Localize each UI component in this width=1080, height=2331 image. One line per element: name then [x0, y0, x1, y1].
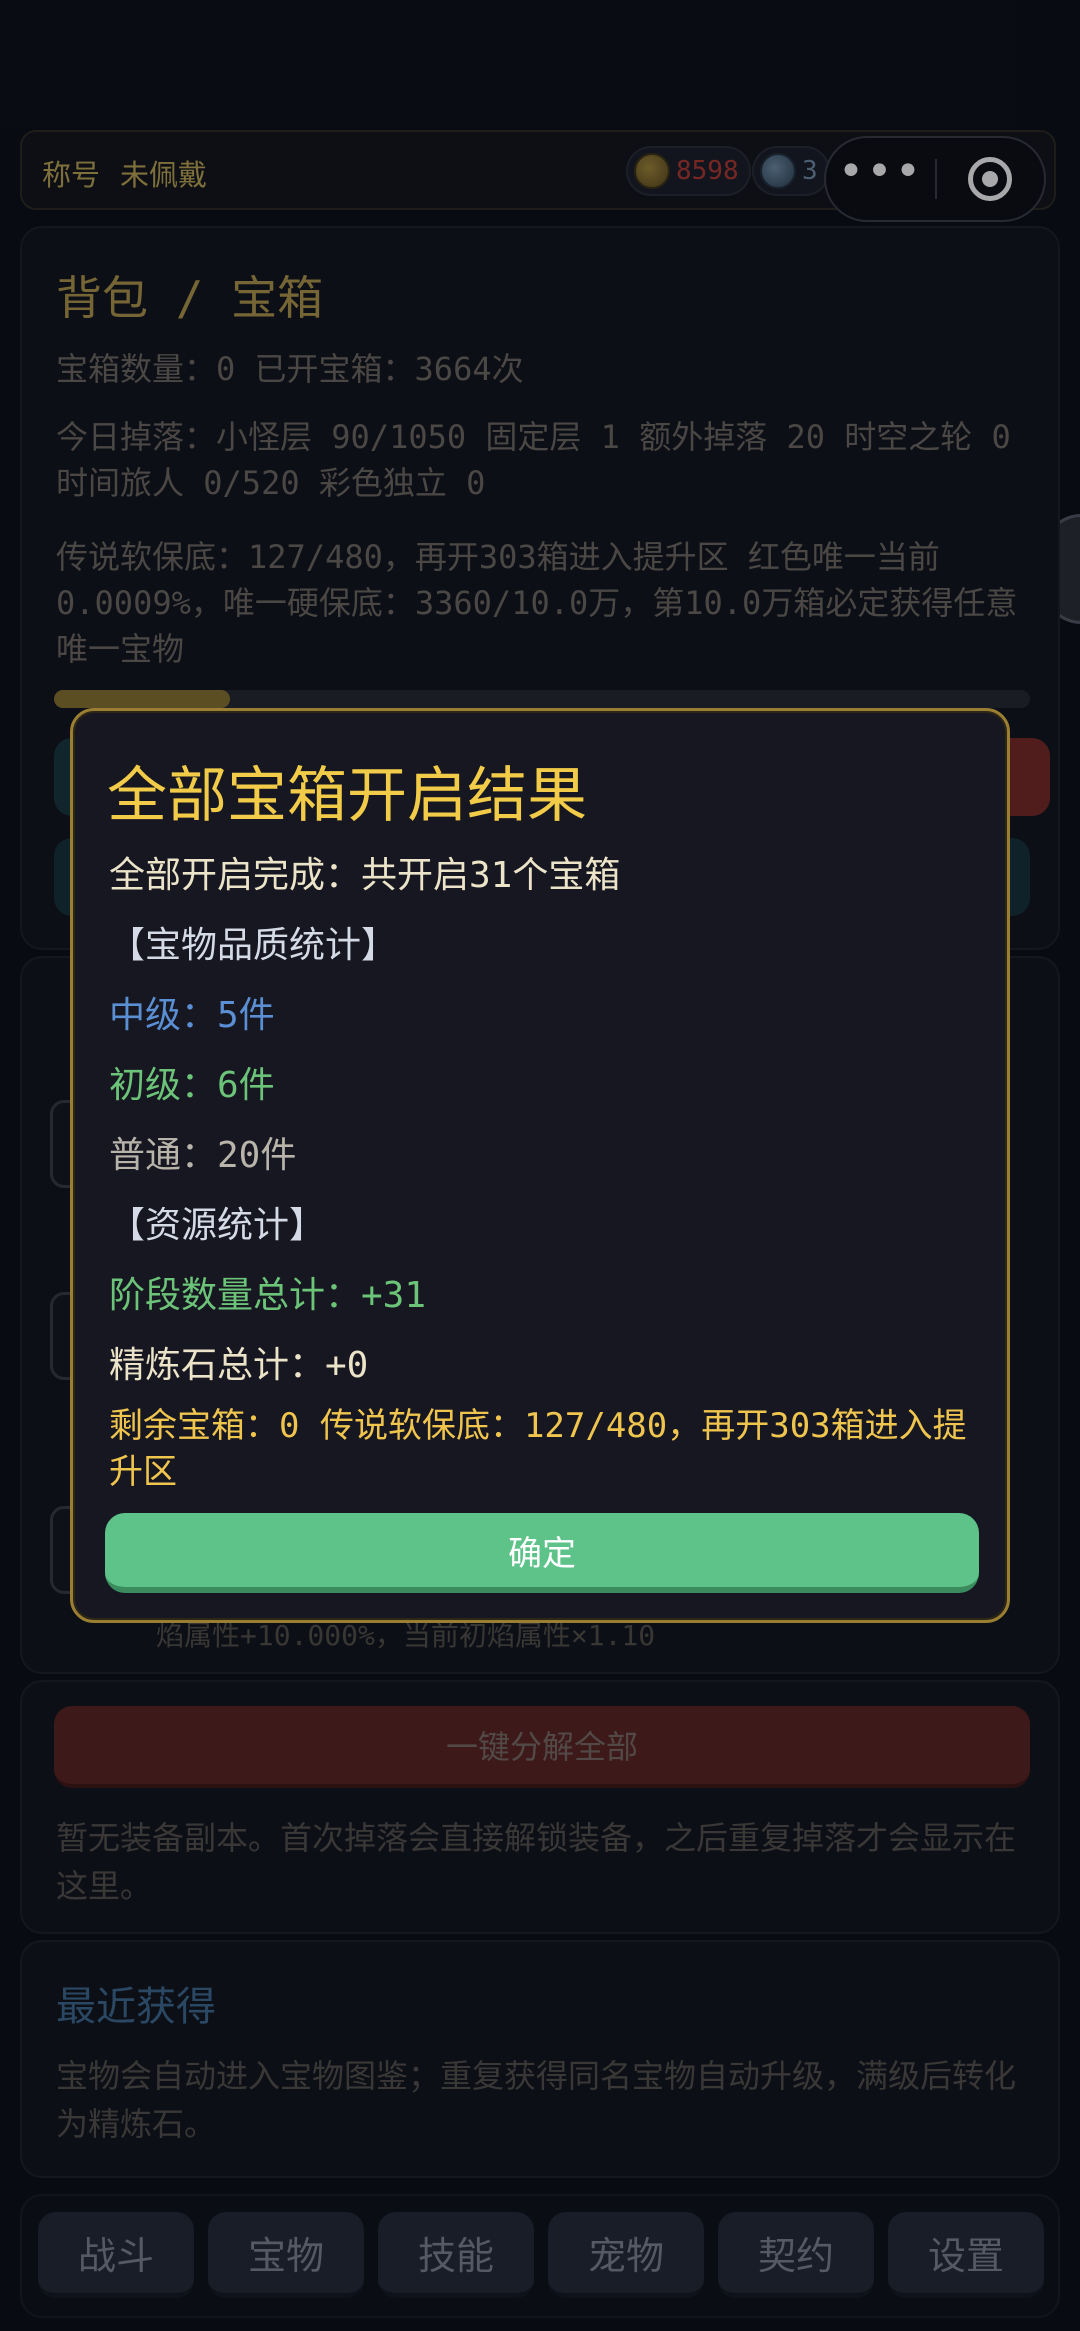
mid-grade-count: 中级：5件	[109, 995, 275, 1036]
resource-header: 【资源统计】	[109, 1205, 326, 1246]
modal-footer: 剩余宝箱：0 传说软保底：127/480，再开303箱进入提升区	[109, 1406, 967, 1492]
quality-header: 【宝物品质统计】	[109, 925, 398, 966]
stage-total: 阶段数量总计：+31	[109, 1275, 427, 1316]
refine-stone-total: 精炼石总计：+0	[109, 1345, 369, 1386]
confirm-button[interactable]: 确定	[105, 1513, 979, 1593]
beginner-grade-count: 初级：6件	[109, 1065, 275, 1106]
normal-grade-count: 普通：20件	[109, 1135, 297, 1176]
modal-title: 全部宝箱开启结果	[107, 761, 587, 831]
open-summary: 全部开启完成：共开启31个宝箱	[109, 855, 621, 896]
chest-result-modal: 全部宝箱开启结果 全部开启完成：共开启31个宝箱 【宝物品质统计】 中级：5件 …	[70, 708, 1010, 1623]
